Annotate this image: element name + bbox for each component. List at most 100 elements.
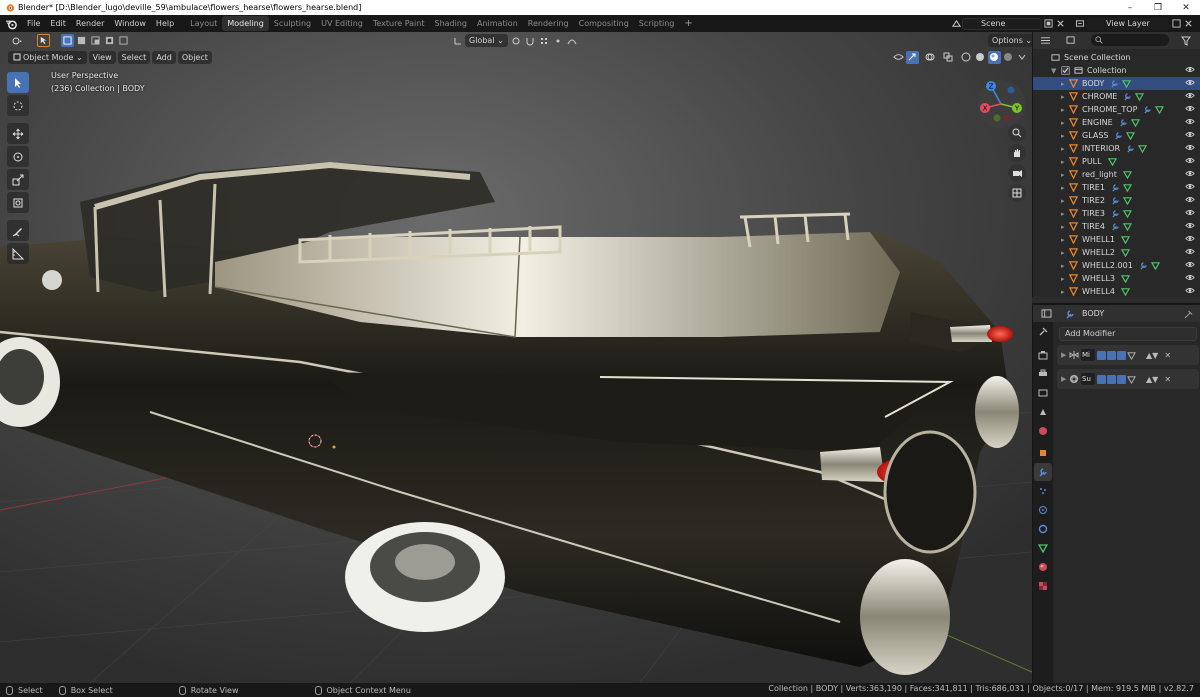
tab-particles[interactable]: [1034, 482, 1052, 500]
tab-render[interactable]: [1034, 346, 1052, 364]
expand-collection-icon[interactable]: ▼: [1051, 67, 1059, 75]
modifier-mirror[interactable]: ▶ Mi ▲ ▼ ✕: [1057, 345, 1199, 365]
visibility-eye-icon[interactable]: [1185, 91, 1195, 102]
minimize-button[interactable]: –: [1116, 0, 1144, 15]
tab-physics[interactable]: [1034, 501, 1052, 519]
tab-material[interactable]: [1034, 558, 1052, 576]
expand-object-icon[interactable]: ▸: [1061, 158, 1069, 166]
new-view-layer-icon[interactable]: [1170, 18, 1182, 30]
outliner-item[interactable]: ▸ TIRE2: [1033, 194, 1200, 207]
tab-uv-editing[interactable]: UV Editing: [316, 16, 368, 31]
menu-select[interactable]: Select: [117, 50, 151, 64]
new-scene-icon[interactable]: [1042, 18, 1054, 30]
tab-constraints[interactable]: [1034, 520, 1052, 538]
object-types-visibility-icon[interactable]: [892, 51, 905, 64]
visibility-eye-icon[interactable]: [1185, 130, 1195, 141]
proportional-editing-icon[interactable]: [552, 34, 565, 47]
cursor-tool-button[interactable]: [7, 95, 29, 116]
tab-object-data[interactable]: [1034, 539, 1052, 557]
mesh-data-icon[interactable]: [1107, 157, 1117, 166]
tab-sculpting[interactable]: Sculpting: [269, 16, 316, 31]
outliner-item[interactable]: ▸ GLASS: [1033, 129, 1200, 142]
tab-modeling[interactable]: Modeling: [222, 16, 269, 31]
modifier-subdivision[interactable]: ▶ Su ▲ ▼ ✕: [1057, 369, 1199, 389]
delete-scene-icon[interactable]: [1054, 18, 1066, 30]
move-down-icon[interactable]: ▼: [1152, 351, 1158, 360]
close-button[interactable]: ✕: [1172, 0, 1200, 15]
tree-collection[interactable]: ▼ Collection: [1033, 64, 1200, 77]
snap-icon[interactable]: [524, 34, 537, 47]
move-tool-button[interactable]: [7, 123, 29, 144]
collection-visibility-eye-icon[interactable]: [1185, 65, 1195, 76]
modifier-wrench-icon[interactable]: [1111, 209, 1120, 218]
remove-modifier-icon[interactable]: ✕: [1164, 375, 1171, 384]
tab-texture-paint[interactable]: Texture Paint: [368, 16, 430, 31]
expand-object-icon[interactable]: ▸: [1061, 171, 1069, 179]
shading-material-preview-icon[interactable]: [987, 50, 1001, 64]
show-in-editmode-icon[interactable]: [1097, 374, 1106, 384]
navigation-gizmo[interactable]: Z X Y: [975, 78, 1027, 130]
visibility-eye-icon[interactable]: [1185, 286, 1195, 297]
modifier-wrench-icon[interactable]: [1119, 118, 1128, 127]
modifier-wrench-icon[interactable]: [1139, 261, 1148, 270]
tab-rendering[interactable]: Rendering: [523, 16, 574, 31]
xray-toggle-icon[interactable]: [942, 51, 955, 64]
menu-add[interactable]: Add: [152, 50, 176, 64]
visibility-eye-icon[interactable]: [1185, 143, 1195, 154]
options-dropdown[interactable]: Options ⌄: [988, 34, 1032, 47]
outliner-item[interactable]: ▸ INTERIOR: [1033, 142, 1200, 155]
mode-dropdown[interactable]: Object Mode ⌄: [8, 50, 87, 64]
tab-output[interactable]: [1034, 365, 1052, 383]
outliner-item[interactable]: ▸ TIRE1: [1033, 181, 1200, 194]
menu-render[interactable]: Render: [71, 19, 109, 28]
camera-view-button[interactable]: [1008, 164, 1026, 182]
visibility-eye-icon[interactable]: [1185, 260, 1195, 271]
visibility-eye-icon[interactable]: [1185, 273, 1195, 284]
pan-view-button[interactable]: [1008, 144, 1026, 162]
delete-view-layer-icon[interactable]: [1182, 18, 1194, 30]
show-in-render-icon[interactable]: [1117, 374, 1126, 384]
tab-object[interactable]: [1034, 444, 1052, 462]
expand-object-icon[interactable]: ▸: [1061, 145, 1069, 153]
menu-object[interactable]: Object: [177, 50, 212, 64]
outliner-item[interactable]: ▸ BODY: [1033, 77, 1200, 90]
mesh-data-icon[interactable]: [1122, 209, 1132, 218]
menu-edit[interactable]: Edit: [45, 19, 71, 28]
mesh-data-icon[interactable]: [1122, 183, 1132, 192]
modifier-wrench-icon[interactable]: [1126, 144, 1135, 153]
mesh-data-icon[interactable]: [1138, 144, 1148, 153]
snap-target-icon[interactable]: [538, 34, 551, 47]
filter-icon[interactable]: [1180, 35, 1192, 47]
collection-checkbox-icon[interactable]: [1061, 66, 1070, 75]
mesh-data-icon[interactable]: [1122, 170, 1132, 179]
outliner-item[interactable]: ▸ CHROME_TOP: [1033, 103, 1200, 116]
expand-object-icon[interactable]: ▸: [1061, 288, 1069, 296]
modifier-wrench-icon[interactable]: [1111, 183, 1120, 192]
mesh-data-icon[interactable]: [1155, 105, 1165, 114]
outliner-item[interactable]: ▸ WHELL2: [1033, 246, 1200, 259]
modifier-wrench-icon[interactable]: [1111, 196, 1120, 205]
visibility-eye-icon[interactable]: [1185, 195, 1195, 206]
tab-tool[interactable]: [1034, 323, 1052, 341]
mesh-data-icon[interactable]: [1122, 222, 1132, 231]
outliner-item[interactable]: ▸ ENGINE: [1033, 116, 1200, 129]
mode-subtract-selection-icon[interactable]: [89, 34, 102, 47]
tab-texture[interactable]: [1034, 577, 1052, 595]
visibility-eye-icon[interactable]: [1185, 234, 1195, 245]
on-cage-icon[interactable]: [1127, 375, 1136, 384]
modifier-wrench-icon[interactable]: [1110, 79, 1119, 88]
view-layer-field[interactable]: View Layer: [1086, 17, 1170, 30]
outliner-item[interactable]: ▸ CHROME: [1033, 90, 1200, 103]
show-in-viewport-icon[interactable]: [1107, 350, 1116, 360]
remove-modifier-icon[interactable]: ✕: [1164, 351, 1171, 360]
shading-options-icon[interactable]: [1016, 51, 1029, 64]
outliner-item[interactable]: ▸ PULL: [1033, 155, 1200, 168]
expand-object-icon[interactable]: ▸: [1061, 80, 1069, 88]
add-workspace-button[interactable]: +: [679, 16, 697, 31]
menu-view[interactable]: View: [88, 50, 116, 64]
tree-scene-collection[interactable]: Scene Collection: [1033, 51, 1200, 64]
outliner-item[interactable]: ▸ WHELL2.001: [1033, 259, 1200, 272]
modifier-wrench-icon[interactable]: [1114, 131, 1123, 140]
transform-orientation-dropdown[interactable]: Global ⌄: [465, 34, 508, 47]
expand-object-icon[interactable]: ▸: [1061, 93, 1069, 101]
